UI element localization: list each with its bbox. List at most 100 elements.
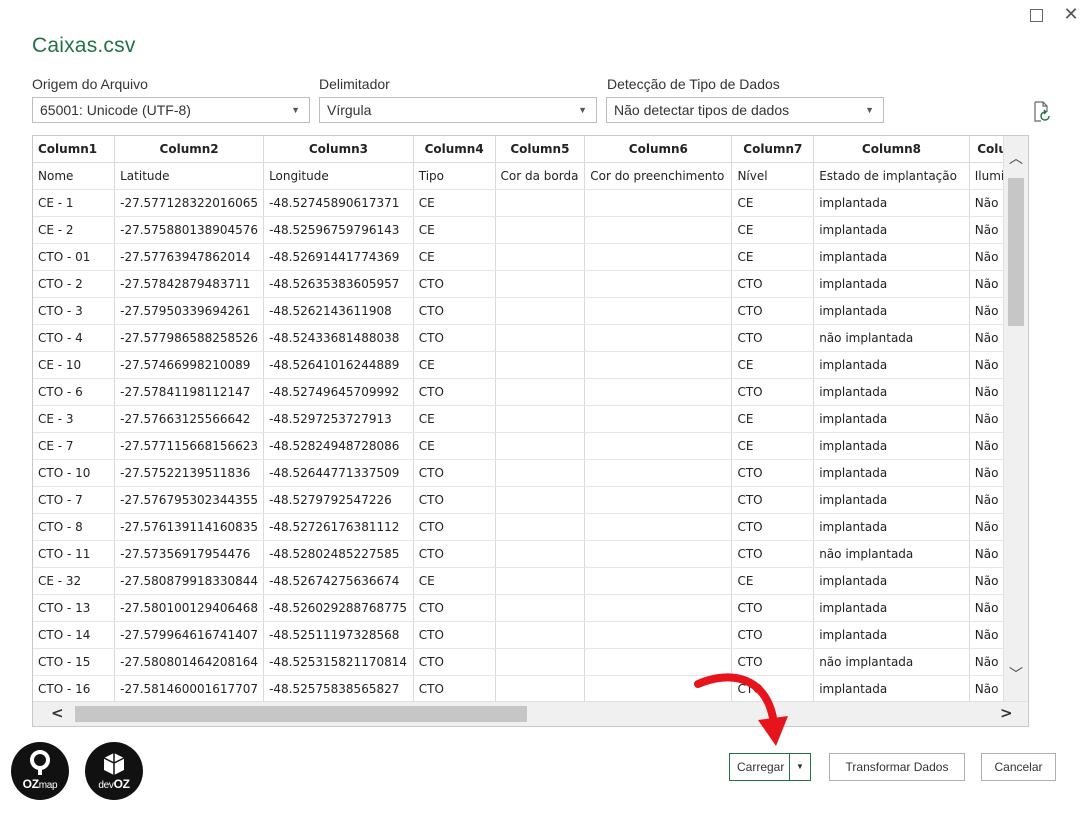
table-row: CTO - 11 -27.57356917954476 -48.5280248522…	[33, 540, 1028, 568]
chevron-right-icon[interactable]: >	[1000, 704, 1013, 722]
table-cell: CTO	[413, 459, 496, 487]
table-cell: CTO	[413, 378, 496, 406]
table-cell: -48.525315821170814	[263, 648, 414, 676]
load-button[interactable]: Carregar ▼	[729, 753, 811, 781]
table-row: CTO - 16 -27.581460001617707 -48.525758385…	[33, 675, 1028, 703]
data-preview-grid[interactable]: Column1 Column2 Column3 Column4 Column5 Colum…	[32, 135, 1029, 727]
table-cell: não implantada	[813, 540, 970, 568]
table-cell: -48.52575838565827	[263, 675, 414, 703]
table-cell: implantada	[813, 567, 970, 595]
maximize-button[interactable]	[1025, 4, 1047, 26]
table-cell: -27.57356917954476	[114, 540, 265, 568]
origin-value: 65001: Unicode (UTF-8)	[40, 102, 191, 118]
table-cell: CE	[413, 405, 496, 433]
table-row: CTO - 7 -27.576795302344355 -48.5279792547…	[33, 486, 1028, 514]
column-header[interactable]: Column2	[114, 136, 265, 163]
table-cell: Nível	[731, 162, 815, 190]
horizontal-scroll-thumb[interactable]	[75, 706, 527, 722]
devoz-logo-text: OZ	[113, 777, 130, 791]
table-row: Nome Latitude Longitude Tipo Cor da borda Cor…	[33, 162, 1028, 190]
table-cell	[584, 513, 733, 541]
table-cell	[584, 432, 733, 460]
annotation-arrow-icon	[694, 673, 788, 746]
origin-select[interactable]: 65001: Unicode (UTF-8) ▼	[32, 97, 310, 123]
table-cell	[584, 216, 733, 244]
table-row: CTO - 8 -27.576139114160835 -48.5272617638…	[33, 513, 1028, 541]
column-header[interactable]: Column8	[813, 136, 970, 163]
chevron-down-icon[interactable]: ﹀	[1004, 664, 1028, 684]
table-cell: não implantada	[813, 324, 970, 352]
table-cell: -27.57842879483711	[114, 270, 265, 298]
table-cell: CE - 7	[33, 432, 116, 460]
table-cell	[495, 540, 586, 568]
delimiter-value: Vírgula	[327, 102, 372, 118]
table-cell: CTO	[731, 621, 815, 649]
table-cell	[495, 378, 586, 406]
column-header[interactable]: Column6	[584, 136, 733, 163]
table-cell: CTO	[731, 459, 815, 487]
table-row: CTO - 14 -27.579964616741407 -48.525111973…	[33, 621, 1028, 649]
table-cell: -27.579964616741407	[114, 621, 265, 649]
table-row: CTO - 6 -27.57841198112147 -48.52749645709…	[33, 378, 1028, 406]
column-header[interactable]: Column5	[495, 136, 586, 163]
table-cell: CE	[413, 216, 496, 244]
table-row: CTO - 01 -27.57763947862014 -48.5269144177…	[33, 243, 1028, 271]
table-cell: CTO	[413, 621, 496, 649]
load-button-label: Carregar	[737, 760, 785, 774]
table-cell	[584, 351, 733, 379]
close-button[interactable]: ✕	[1060, 4, 1082, 26]
table-cell	[495, 513, 586, 541]
column-header[interactable]: Column1	[33, 136, 116, 163]
cancel-button[interactable]: Cancelar	[981, 753, 1056, 781]
table-cell: CE - 1	[33, 189, 116, 217]
table-cell: CE - 32	[33, 567, 116, 595]
table-row: CTO - 15 -27.580801464208164 -48.525315821…	[33, 648, 1028, 676]
table-cell	[495, 648, 586, 676]
refresh-button[interactable]	[1032, 101, 1052, 123]
table-cell: Cor da borda	[495, 162, 586, 190]
table-cell: -48.52745890617371	[263, 189, 414, 217]
table-cell	[584, 243, 733, 271]
table-cell	[495, 270, 586, 298]
table-cell: Tipo	[413, 162, 496, 190]
table-cell: -48.52511197328568	[263, 621, 414, 649]
table-cell: -48.52644771337509	[263, 459, 414, 487]
refresh-file-icon	[1034, 101, 1050, 122]
table-cell: implantada	[813, 675, 970, 703]
table-cell	[584, 378, 733, 406]
load-options-dropdown[interactable]: ▼	[789, 754, 810, 780]
table-cell	[584, 567, 733, 595]
horizontal-scrollbar[interactable]: < >	[33, 701, 1028, 726]
vertical-scroll-thumb[interactable]	[1008, 178, 1024, 326]
table-cell	[495, 459, 586, 487]
table-cell: -48.52635383605957	[263, 270, 414, 298]
column-header[interactable]: Column4	[413, 136, 496, 163]
delimiter-select[interactable]: Vírgula ▼	[319, 97, 597, 123]
detection-value: Não detectar tipos de dados	[614, 102, 790, 118]
devoz-logo: devOZ	[85, 742, 143, 800]
dialog-title: Caixas.csv	[32, 34, 136, 57]
table-cell: CTO	[413, 486, 496, 514]
ozmap-logo: OZmap	[11, 742, 69, 800]
transform-data-button[interactable]: Transformar Dados	[829, 753, 965, 781]
table-cell	[495, 594, 586, 622]
column-header[interactable]: Column7	[731, 136, 815, 163]
table-cell: -27.576795302344355	[114, 486, 265, 514]
chevron-left-icon[interactable]: <	[51, 704, 64, 722]
table-cell: CE - 10	[33, 351, 116, 379]
column-header-row: Column1 Column2 Column3 Column4 Column5 Colum…	[33, 136, 1028, 163]
table-cell: CE	[413, 351, 496, 379]
map-pin-icon	[30, 750, 50, 775]
table-cell: CTO	[413, 675, 496, 703]
table-cell	[495, 621, 586, 649]
table-cell: -48.526029288768775	[263, 594, 414, 622]
table-cell: CE - 3	[33, 405, 116, 433]
chevron-down-icon: ▼	[578, 105, 587, 115]
detection-select[interactable]: Não detectar tipos de dados ▼	[606, 97, 884, 123]
table-cell: -27.577128322016065	[114, 189, 265, 217]
vertical-scrollbar[interactable]: ︿ ﹀	[1003, 136, 1028, 702]
column-header[interactable]: Column3	[263, 136, 414, 163]
table-cell: CTO - 11	[33, 540, 116, 568]
table-cell: -27.57522139511836	[114, 459, 265, 487]
chevron-up-icon[interactable]: ︿	[1004, 148, 1028, 168]
